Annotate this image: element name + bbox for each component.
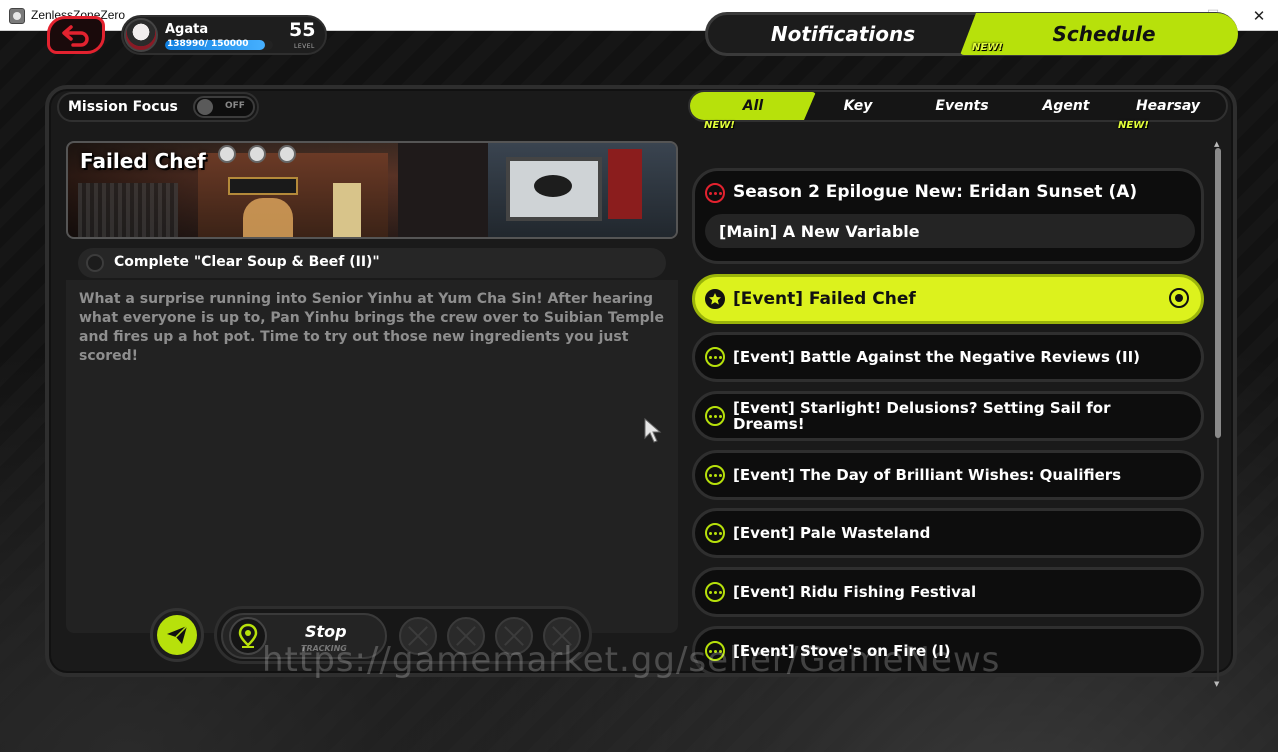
filter-tab-key[interactable]: Key: [806, 92, 910, 120]
mission-list-item-label: [Event] Failed Chef: [733, 289, 916, 309]
scroll-up-arrow-icon[interactable]: ▲: [1214, 140, 1219, 148]
mission-list-item[interactable]: [Event] Ridu Fishing Festival: [692, 567, 1204, 617]
mission-focus: Mission Focus OFF: [57, 92, 259, 122]
mouse-cursor-icon: [644, 418, 662, 443]
main-mission-card[interactable]: Season 2 Epilogue New: Eridan Sunset (A)…: [692, 168, 1204, 264]
location-pin-icon: [238, 623, 258, 648]
main-mission-title: Season 2 Epilogue New: Eridan Sunset (A): [733, 182, 1138, 202]
mission-list-item[interactable]: [Event] Pale Wasteland: [692, 508, 1204, 558]
filter-tab-all[interactable]: All: [690, 92, 816, 120]
filter-tab-bar: All Key Events Agent Hearsay: [688, 90, 1228, 122]
mission-focus-toggle[interactable]: OFF: [193, 96, 255, 118]
main-mission-subtitle-text: [Main] A New Variable: [719, 222, 920, 241]
mission-list-item-label: [Event] Ridu Fishing Festival: [733, 583, 977, 601]
app-icon: [9, 8, 25, 24]
mission-list-item[interactable]: [Event] Battle Against the Negative Revi…: [692, 332, 1204, 382]
mission-objective: Complete "Clear Soup & Beef (II)": [78, 248, 666, 278]
star-icon: [705, 289, 725, 309]
tab-notifications[interactable]: Notifications: [708, 15, 978, 53]
stop-label: Stop: [305, 622, 347, 641]
scroll-thumb[interactable]: [1215, 148, 1221, 438]
player-name: Agata: [165, 22, 209, 37]
main-mission-subtitle: [Main] A New Variable: [705, 214, 1195, 248]
schedule-new-badge: NEW!: [972, 42, 1003, 53]
more-icon: [705, 582, 725, 602]
hearsay-new-badge: NEW!: [1118, 120, 1149, 131]
back-arrow-icon: [62, 25, 89, 47]
all-new-badge: NEW!: [704, 120, 735, 131]
close-button[interactable]: ✕: [1236, 0, 1278, 31]
mission-list-item-label: [Event] Starlight! Delusions? Setting Sa…: [733, 399, 1111, 433]
xp-text: 138990/ 150000: [167, 39, 249, 49]
mission-list-item-label: [Event] Battle Against the Negative Revi…: [733, 348, 1141, 366]
more-icon: [705, 183, 725, 203]
filter-tab-hearsay[interactable]: Hearsay: [1118, 92, 1218, 120]
mission-list-scrollbar[interactable]: ▲ ▼: [1214, 140, 1222, 688]
toggle-knob: [197, 99, 213, 115]
watermark-text: https://gamemarket.gg/seller/GameNews: [262, 640, 1001, 680]
mission-list-item-label: [Event] Pale Wasteland: [733, 524, 931, 542]
mission-list-item-label: [Event] The Day of Brilliant Wishes: Qua…: [733, 466, 1122, 484]
avatar: [124, 18, 158, 52]
mission-description: What a surprise running into Senior Yinh…: [79, 291, 664, 364]
tracking-target-icon: [1169, 288, 1189, 308]
more-icon: [705, 523, 725, 543]
more-icon: [705, 406, 725, 426]
mission-list-item[interactable]: [Event] The Day of Brilliant Wishes: Qua…: [692, 450, 1204, 500]
player-level: 55: [289, 19, 316, 41]
objective-status-icon: [86, 254, 104, 272]
toggle-state-text: OFF: [225, 101, 245, 111]
filter-tab-events[interactable]: Events: [910, 92, 1014, 120]
more-icon: [705, 347, 725, 367]
level-label: LEVEL: [294, 43, 315, 50]
back-button[interactable]: [47, 16, 105, 54]
mission-list-item[interactable]: [Event] Starlight! Delusions? Setting Sa…: [692, 391, 1204, 441]
player-profile[interactable]: Agata 138990/ 150000 55 LEVEL: [121, 15, 327, 55]
objective-text: Complete "Clear Soup & Beef (II)": [114, 254, 380, 270]
scroll-down-arrow-icon[interactable]: ▼: [1214, 680, 1219, 688]
filter-tab-agent[interactable]: Agent: [1014, 92, 1118, 120]
mission-list-item[interactable]: [Event] Failed Chef: [692, 274, 1204, 324]
mission-focus-label: Mission Focus: [68, 99, 178, 115]
mission-title: Failed Chef: [80, 149, 206, 173]
share-button[interactable]: [150, 608, 204, 662]
send-icon: [167, 625, 188, 644]
more-icon: [705, 465, 725, 485]
